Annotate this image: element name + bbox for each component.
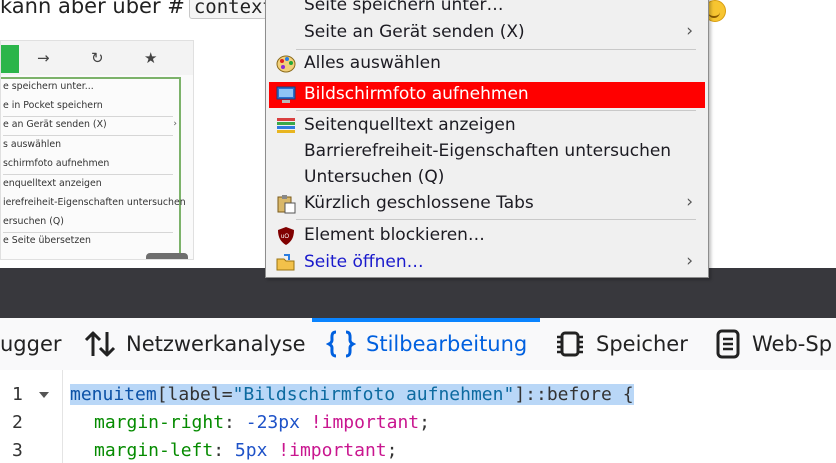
document-icon — [716, 329, 740, 359]
fold-arrow-icon[interactable] — [39, 392, 49, 398]
css-semicolon: ; — [386, 440, 398, 461]
css-property: margin-left — [94, 440, 214, 461]
thumbnail-submenu-arrow-icon: › — [173, 119, 177, 129]
zoom-button[interactable] — [146, 253, 188, 259]
thumbnail-menu-item: enquelltext anzeigen — [3, 178, 102, 189]
line-number: 3 — [12, 440, 23, 461]
ublock-icon: uO — [278, 227, 294, 245]
page-text-line: kann aber über # context — [0, 0, 279, 19]
tab-web-console[interactable]: Web-Sp — [714, 318, 832, 370]
css-attr-open: [label= — [156, 384, 233, 405]
thumbnail-menu-item: e speichern unter... — [3, 81, 94, 92]
menu-item-recently-closed-tabs[interactable]: Kürzlich geschlossene Tabs › — [269, 191, 705, 217]
braces-icon — [326, 330, 356, 358]
code-line: menuitem[label="Bildschirmfoto aufnehmen… — [70, 384, 634, 405]
code-line: margin-left: 5px !important; — [94, 440, 398, 461]
network-arrows-icon — [84, 331, 116, 357]
style-editor[interactable]: 1 2 3 menuitem[label="Bildschirmfoto auf… — [0, 370, 836, 463]
menu-item-view-source[interactable]: Seitenquelltext anzeigen — [269, 113, 705, 139]
devtools-tabbar: ugger Netzwerkanalyse Stilbearbeitung Sp… — [0, 318, 836, 371]
css-important: !important — [310, 412, 420, 433]
thumbnail-menu-item: ierefreiheit-Eigenschaften untersuchen — [3, 197, 186, 208]
palette-icon — [276, 55, 296, 73]
source-lines-icon — [277, 118, 295, 133]
line-number: 2 — [12, 412, 23, 433]
svg-text:uO: uO — [281, 234, 289, 240]
thumbnail-menu-item: e Seite übersetzen — [3, 235, 91, 246]
css-selector: menuitem — [70, 384, 157, 405]
thumbnail-separator — [3, 232, 173, 233]
css-attr-value: "Bildschirmfoto aufnehmen" — [232, 384, 515, 405]
thumbnail-menu-item: ersuchen (Q) — [3, 216, 64, 227]
menu-item-inspect[interactable]: Untersuchen (Q) — [269, 165, 705, 191]
css-semicolon: ; — [419, 412, 430, 433]
css-property: margin-right — [94, 412, 225, 433]
clipboard-icon — [277, 195, 296, 214]
thumbnail-menu: e speichern unter... e in Pocket speiche… — [1, 77, 186, 259]
menu-item-select-all[interactable]: Alles auswählen — [269, 51, 705, 77]
menu-item-accessibility[interactable]: Barrierefreiheit-Eigenschaften untersuch… — [269, 139, 705, 165]
submenu-arrow-icon: › — [686, 251, 693, 271]
tab-label: Speicher — [596, 332, 688, 356]
menu-item-block-element[interactable]: uO Element blockieren… — [269, 223, 705, 249]
menu-item-label: Bildschirmfoto aufnehmen — [304, 84, 529, 104]
screenshot-thumbnail: → ↻ ★ e speichern unter... e in Pocket s… — [0, 40, 194, 260]
thumbnail-menu-item: s auswählen — [3, 139, 62, 150]
menu-item-save-page[interactable]: Seite speichern unter… — [269, 0, 705, 19]
menu-item-label: Untersuchen (Q) — [304, 167, 445, 187]
thumbnail-separator — [3, 174, 173, 175]
menu-item-label: Seite an Gerät senden (X) — [304, 22, 525, 42]
css-value: -23px — [245, 412, 300, 433]
css-important: !important — [278, 440, 387, 461]
menu-item-send-to-device[interactable]: Seite an Gerät senden (X) › — [269, 20, 705, 46]
thumbnail-toolbar: → ↻ ★ — [1, 41, 193, 75]
tab-label: ugger — [0, 332, 62, 356]
menu-item-label: Seite speichern unter… — [304, 0, 504, 15]
star-icon: ★ — [144, 49, 158, 67]
thumbnail-menu-item: schirmfoto aufnehmen — [3, 158, 110, 169]
css-attr-close: ]::before { — [514, 384, 634, 405]
folder-open-icon — [276, 254, 295, 271]
thumbnail-menu-item: e an Gerät senden (X) — [3, 119, 107, 130]
thumbnail-separator — [3, 116, 173, 117]
selected-code: menuitem[label="Bildschirmfoto aufnehmen… — [70, 384, 634, 405]
menu-separator — [296, 219, 696, 220]
submenu-arrow-icon: › — [686, 21, 693, 41]
menu-item-label: Seitenquelltext anzeigen — [304, 115, 516, 135]
menu-item-label: Barrierefreiheit-Eigenschaften untersuch… — [304, 141, 672, 161]
css-value: 5px — [234, 440, 268, 461]
menu-item-label: Seite öffnen… — [304, 252, 424, 272]
monitor-icon — [276, 86, 296, 103]
menu-separator — [296, 49, 696, 50]
menu-item-label: Alles auswählen — [304, 53, 441, 73]
tab-label: Web-Sp — [752, 332, 833, 356]
tab-label: Netzwerkanalyse — [126, 332, 306, 356]
tab-label: Stilbearbeitung — [366, 332, 528, 356]
memory-chip-icon — [557, 331, 583, 357]
page-text: kann aber über # — [0, 0, 185, 18]
tab-debugger[interactable]: ugger — [0, 318, 62, 370]
line-number: 1 — [12, 384, 23, 405]
thumbnail-menu-item: e in Pocket speichern — [3, 100, 103, 111]
menu-item-take-screenshot[interactable]: Bildschirmfoto aufnehmen — [269, 82, 705, 108]
reload-icon: ↻ — [91, 49, 104, 67]
submenu-arrow-icon: › — [686, 192, 693, 212]
line-gutter: 1 2 3 — [0, 370, 63, 463]
forward-arrow-icon: → — [37, 49, 50, 67]
thumbnail-separator — [3, 135, 173, 136]
menu-item-label: Kürzlich geschlossene Tabs — [304, 193, 534, 213]
context-menu: Seite speichern unter… Seite an Gerät se… — [265, 0, 709, 278]
menu-item-label: Element blockieren… — [304, 225, 485, 245]
tab-style-editor[interactable]: Stilbearbeitung — [326, 318, 527, 370]
tab-storage[interactable]: Speicher — [554, 318, 688, 370]
tab-network[interactable]: Netzwerkanalyse — [84, 318, 306, 370]
menu-item-open-page[interactable]: Seite öffnen… › — [269, 250, 705, 276]
code-line: margin-right: -23px !important; — [94, 412, 430, 433]
menu-separator — [296, 110, 696, 111]
thumbnail-green-tab — [1, 45, 19, 73]
